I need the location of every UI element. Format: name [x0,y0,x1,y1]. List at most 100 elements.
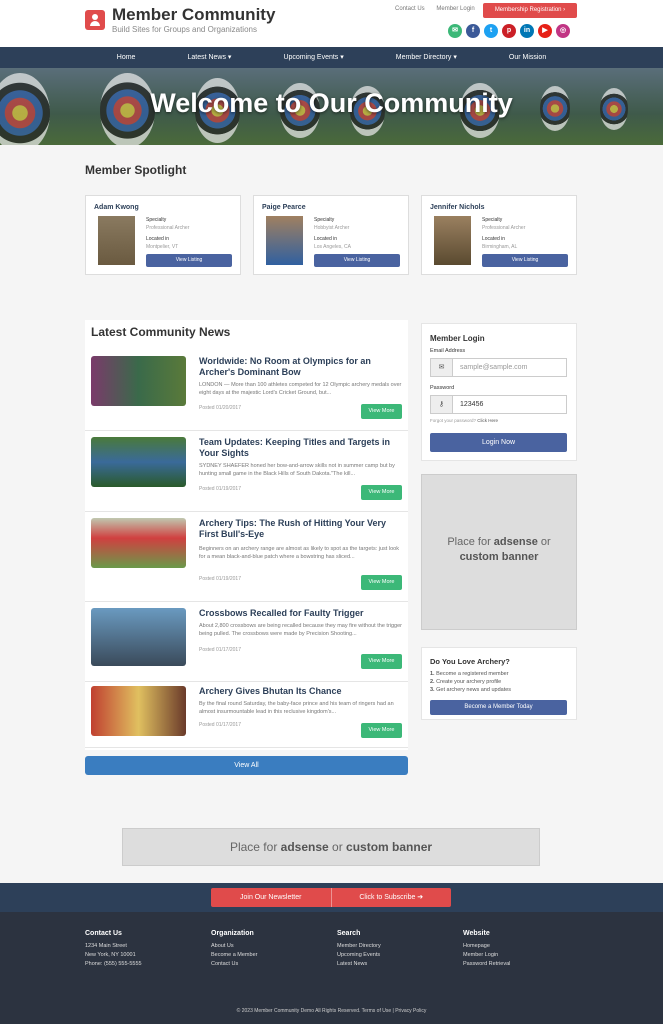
news-item: Team Updates: Keeping Titles and Targets… [85,431,408,512]
news-image[interactable] [91,608,186,666]
member-login-link[interactable]: Member Login [436,6,474,12]
nav-member-directory[interactable]: Member Directory ▾ [370,47,483,68]
member-name[interactable]: Adam Kwong [94,204,139,211]
subscribe-label[interactable]: Click to Subscribe ➔ [332,888,452,907]
nav-our-mission[interactable]: Our Mission [483,47,572,68]
ad-text-bold: custom banner [346,840,433,854]
promo-item: 2. Create your archery profile [430,679,502,685]
spotlight-card: Adam Kwong Specialty Professional Archer… [85,195,241,275]
ad-text: or [328,840,347,854]
promo-item: 1. Become a registered member [430,671,509,677]
hero-title: Welcome to Our Community [150,88,513,118]
sidebar-ad-banner[interactable]: Place for adsense or custom banner [421,474,577,630]
member-photo[interactable] [98,216,135,265]
footer-link[interactable]: Member Login [463,951,510,960]
footer-link[interactable]: Contact Us [211,960,257,969]
view-more-button[interactable]: View More [361,404,402,419]
view-more-button[interactable]: View More [361,654,402,669]
news-headline[interactable]: Team Updates: Keeping Titles and Targets… [199,437,399,459]
news-headline[interactable]: Worldwide: No Room at Olympics for an Ar… [199,356,399,378]
email-icon[interactable]: ✉ [448,24,462,38]
key-icon: ⚷ [431,396,453,413]
promo-list: 1. Become a registered member 2. Create … [430,670,511,694]
footer-link[interactable]: Password Retrieval [463,960,510,969]
news-image[interactable] [91,518,186,568]
linkedin-icon[interactable]: in [520,24,534,38]
footer-link[interactable]: Upcoming Events [337,951,381,960]
view-listing-button[interactable]: View Listing [314,254,400,267]
member-name[interactable]: Jennifer Nichols [430,204,484,211]
ad-text: Place for [447,536,494,548]
contact-us-link[interactable]: Contact Us [395,6,425,12]
news-excerpt: Beginners on an archery range are almost… [199,546,399,560]
pinterest-icon[interactable]: p [502,24,516,38]
news-image[interactable] [91,356,186,406]
member-photo[interactable] [266,216,303,265]
instagram-icon[interactable]: ◎ [556,24,570,38]
nav-home[interactable]: Home [91,47,162,68]
twitter-icon[interactable]: t [484,24,498,38]
promo-title: Do You Love Archery? [430,657,510,666]
hero-banner: Welcome to Our Community [0,68,663,145]
facebook-icon[interactable]: f [466,24,480,38]
main-nav: Home Latest News ▾ Upcoming Events ▾ Mem… [0,47,663,68]
membership-registration-button[interactable]: Membership Registration › [483,3,577,18]
site-title[interactable]: Member Community [112,5,275,25]
password-field[interactable]: ⚷ 123456 [430,395,567,414]
news-image[interactable] [91,437,186,487]
news-headline[interactable]: Crossbows Recalled for Faulty Trigger [199,608,399,619]
newsletter-button[interactable]: Join Our Newsletter Click to Subscribe ➔ [211,888,451,907]
news-excerpt: About 2,800 crossbows are being recalled… [199,623,403,637]
view-all-button[interactable]: View All [85,756,408,775]
view-listing-button[interactable]: View Listing [482,254,568,267]
footer-heading: Search [337,930,361,937]
news-date: Posted 01/19/2017 [199,576,241,582]
member-name[interactable]: Paige Pearce [262,204,306,211]
forgot-password: Forgot your password? Click Here [430,418,498,423]
news-excerpt: LONDON — More than 100 athletes competed… [199,382,402,396]
spotlight-card: Paige Pearce Specialty Hobbyist Archer L… [253,195,409,275]
footer-link[interactable]: Latest News [337,960,381,969]
click-here-link[interactable]: Click Here [477,418,498,423]
footer-link[interactable]: Become a Member [211,951,257,960]
footer-link[interactable]: Member Directory [337,942,381,951]
footer-text: Phone: (555) 555-5555 [85,961,142,967]
view-more-button[interactable]: View More [361,485,402,500]
join-newsletter-label[interactable]: Join Our Newsletter [211,888,332,907]
footer-heading: Website [463,930,490,937]
become-member-button[interactable]: Become a Member Today [430,700,567,715]
footer-col-website: Website Homepage Member Login Password R… [463,930,510,969]
nav-upcoming-events[interactable]: Upcoming Events ▾ [257,47,369,68]
login-button[interactable]: Login Now [430,433,567,452]
news-title: Latest Community News [91,325,231,339]
location-value: Birmingham, AL [482,244,518,250]
spotlight-card: Jennifer Nichols Specialty Professional … [421,195,577,275]
view-more-button[interactable]: View More [361,575,402,590]
social-links: ✉ f t p in ▶ ◎ [448,24,570,38]
footer: Contact Us 1234 Main Street New York, NY… [0,912,663,1024]
email-field[interactable]: ✉ sample@sample.com [430,358,567,377]
nav-latest-news[interactable]: Latest News ▾ [161,47,257,68]
footer-heading: Contact Us [85,930,122,937]
password-label: Password [430,385,455,391]
news-image[interactable] [91,686,186,736]
news-headline[interactable]: Archery Tips: The Rush of Hitting Your V… [199,518,399,540]
news-item: Archery Tips: The Rush of Hitting Your V… [85,512,408,602]
news-headline[interactable]: Archery Gives Bhutan Its Chance [199,686,399,697]
ad-text: Place for [229,840,281,854]
forgot-text: Forgot your password? [430,418,477,423]
logo-icon[interactable] [85,10,105,30]
youtube-icon[interactable]: ▶ [538,24,552,38]
email-placeholder: sample@sample.com [460,364,528,371]
footer-link[interactable]: Homepage [463,942,510,951]
view-listing-button[interactable]: View Listing [146,254,232,267]
location-label: Located in [314,236,338,242]
location-value: Montpelier, VT [146,244,179,250]
view-more-button[interactable]: View More [361,723,402,738]
ad-text: or [537,536,551,548]
specialty-label: Specialty [482,217,503,223]
footer-col-contact: Contact Us 1234 Main Street New York, NY… [85,930,142,969]
member-photo[interactable] [434,216,471,265]
footer-link[interactable]: About Us [211,942,257,951]
bottom-ad-banner[interactable]: Place for adsense or custom banner [122,828,540,866]
